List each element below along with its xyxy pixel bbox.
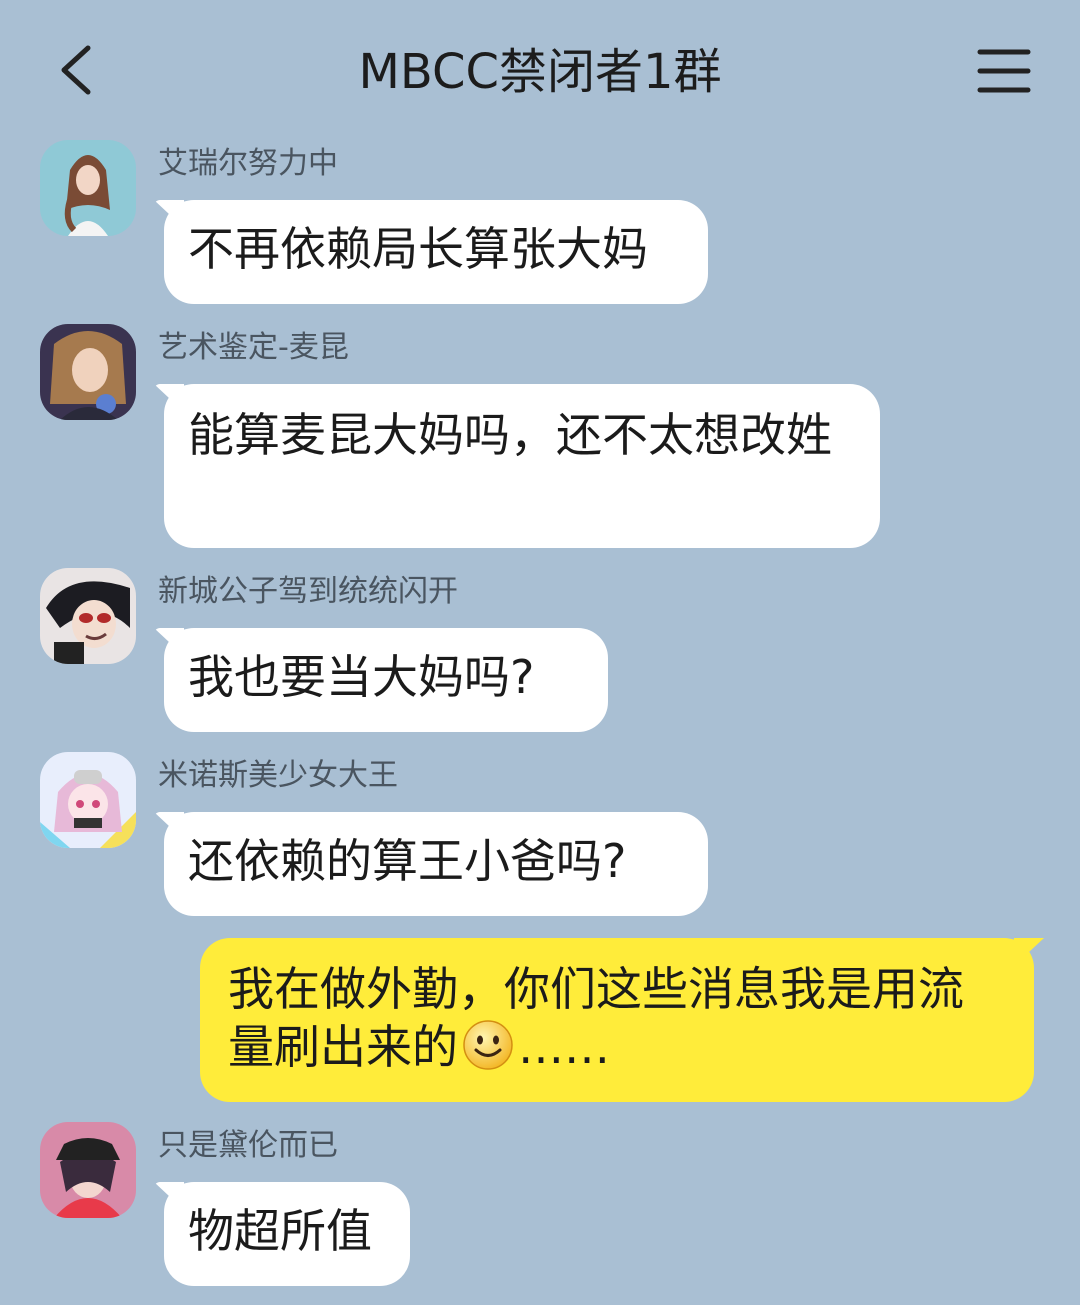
message-text-suffix: …… xyxy=(518,1020,610,1074)
message-bubble[interactable]: 不再依赖局长算张大妈 xyxy=(164,200,708,304)
message-bubble[interactable]: 还依赖的算王小爸吗? xyxy=(164,812,708,916)
hamburger-menu-icon xyxy=(977,49,1031,93)
menu-button[interactable] xyxy=(976,46,1032,96)
message-bubble[interactable]: 能算麦昆大妈吗，还不太想改姓 xyxy=(164,384,880,548)
avatar[interactable] xyxy=(40,752,136,848)
sender-name: 新城公子驾到统统闪开 xyxy=(158,574,458,609)
smiling-face-emoji-icon xyxy=(463,1020,513,1070)
message-bubble[interactable]: 物超所值 xyxy=(164,1182,410,1286)
chat-title: MBCC禁闭者1群 xyxy=(358,44,722,100)
message-text: 我也要当大妈吗? xyxy=(188,650,535,704)
sender-name: 米诺斯美少女大王 xyxy=(158,758,398,793)
message-text: 不再依赖局长算张大妈 xyxy=(188,222,648,276)
message-text: 还依赖的算王小爸吗? xyxy=(188,834,627,888)
avatar[interactable] xyxy=(40,568,136,664)
outgoing-message-bubble[interactable]: 我在做外勤，你们这些消息我是用流量刷出来的 …… xyxy=(200,938,1034,1102)
sender-name: 艺术鉴定-麦昆 xyxy=(158,330,349,365)
message-text: 物超所值 xyxy=(188,1204,372,1258)
avatar[interactable] xyxy=(40,324,136,420)
sender-name: 艾瑞尔努力中 xyxy=(158,146,338,181)
sender-name: 只是黛伦而已 xyxy=(158,1128,338,1163)
avatar[interactable] xyxy=(40,140,136,236)
message-text: 能算麦昆大妈吗，还不太想改姓 xyxy=(188,408,832,462)
message-bubble[interactable]: 我也要当大妈吗? xyxy=(164,628,608,732)
avatar[interactable] xyxy=(40,1122,136,1218)
chat-header: MBCC禁闭者1群 xyxy=(0,0,1080,140)
